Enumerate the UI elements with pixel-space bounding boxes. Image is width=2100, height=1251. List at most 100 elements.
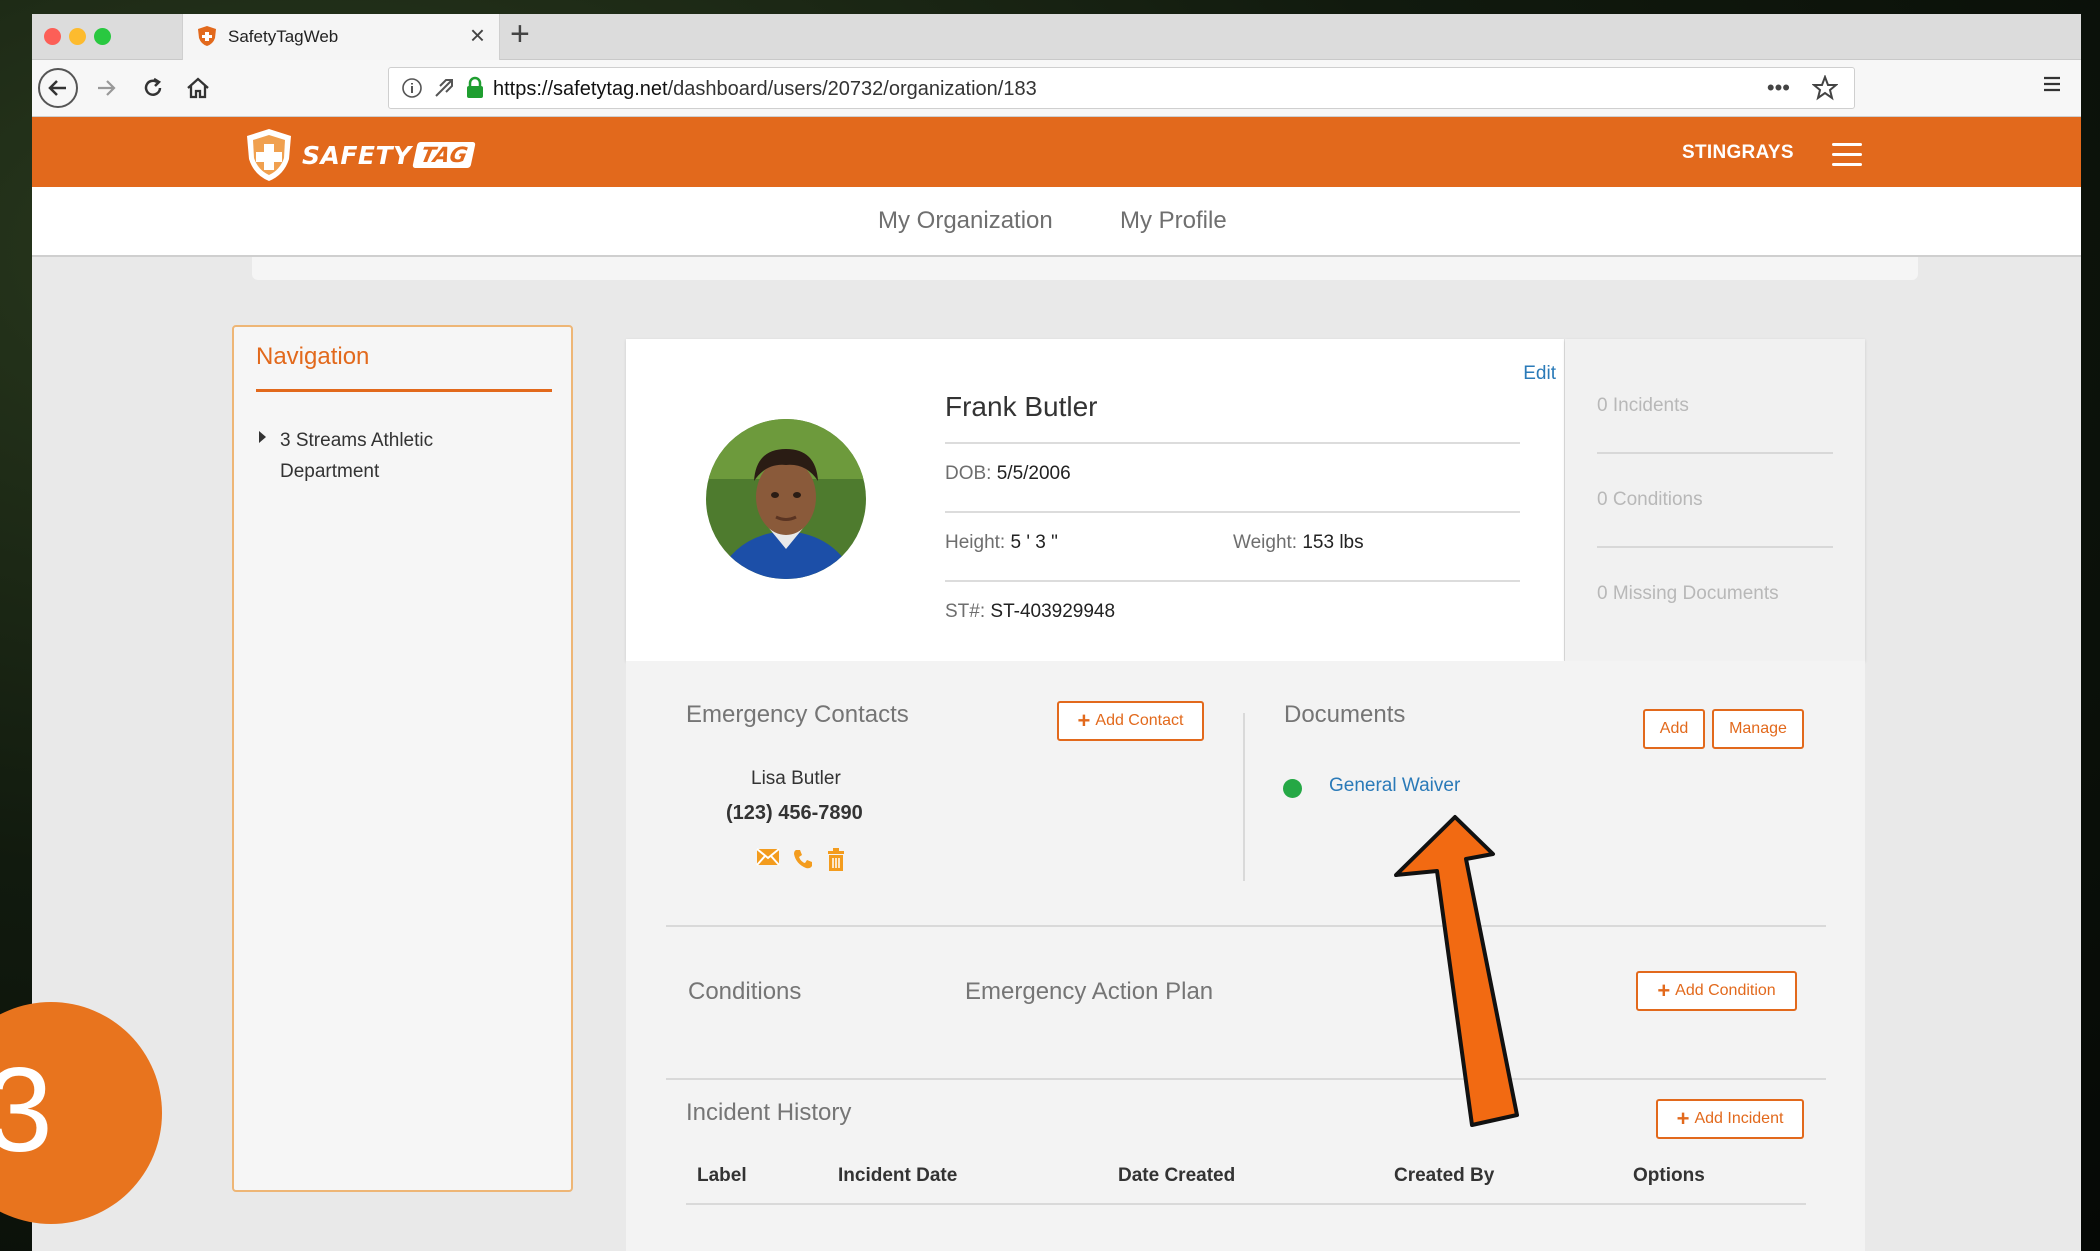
add-condition-button[interactable]: + Add Condition	[1636, 971, 1797, 1011]
divider	[945, 442, 1520, 444]
height-label: Height:	[945, 532, 1006, 553]
bookmark-star-icon[interactable]	[1812, 75, 1838, 101]
table-header-divider	[686, 1203, 1806, 1205]
divider	[945, 580, 1520, 582]
info-icon[interactable]	[401, 77, 423, 99]
divider	[666, 1078, 1826, 1080]
height-value: 5 ' 3 "	[1010, 532, 1058, 553]
back-arrow-icon	[48, 80, 66, 96]
new-tab-icon[interactable]: +	[510, 17, 530, 51]
tracking-protection-icon[interactable]	[433, 77, 455, 99]
add-document-button[interactable]: Add	[1643, 709, 1705, 749]
my-organization-link[interactable]: My Organization	[878, 207, 1053, 235]
column-header-options[interactable]: Options	[1633, 1165, 1705, 1187]
browser-toolbar: https://safetytag.net/dashboard/users/20…	[32, 60, 2081, 117]
edit-profile-link[interactable]: Edit	[1523, 363, 1556, 385]
contact-actions	[756, 848, 846, 872]
conditions-count: 0 Conditions	[1597, 489, 1703, 510]
close-window-icon[interactable]	[44, 28, 61, 45]
url-path: /dashboard/users/20732/organization/183	[667, 78, 1037, 100]
forward-arrow-icon	[98, 80, 116, 96]
column-header-label[interactable]: Label	[697, 1165, 747, 1187]
st-number-label: ST#:	[945, 601, 986, 622]
page-actions-icon[interactable]: •••	[1767, 75, 1790, 101]
maximize-window-icon[interactable]	[94, 28, 111, 45]
hamburger-menu-icon[interactable]	[1832, 143, 1862, 173]
emergency-contacts-title: Emergency Contacts	[686, 701, 909, 728]
browser-menu-icon[interactable]	[2041, 73, 2063, 95]
add-contact-button[interactable]: + Add Contact	[1057, 701, 1204, 741]
plus-icon: +	[1657, 978, 1671, 1003]
st-number-row: ST#: ST-403929948	[945, 601, 1115, 623]
annotation-arrow	[1394, 815, 1519, 1127]
incidents-count: 0 Incidents	[1597, 395, 1689, 416]
weight-label: Weight:	[1233, 532, 1298, 553]
lock-icon[interactable]	[465, 76, 485, 100]
vertical-divider	[1243, 713, 1245, 881]
sidebar-item-athletic-department[interactable]: 3 Streams Athletic Department	[259, 425, 470, 487]
browser-tab[interactable]: SafetyTagWeb ×	[182, 14, 500, 60]
envelope-icon[interactable]	[756, 848, 780, 866]
manage-documents-label: Manage	[1729, 720, 1787, 737]
header-strip	[252, 257, 1918, 280]
general-waiver-link[interactable]: General Waiver	[1329, 775, 1460, 797]
divider	[945, 511, 1520, 513]
url-text: https://safetytag.net/dashboard/users/20…	[493, 78, 1037, 101]
sidebar-item-label: 3 Streams Athletic Department	[280, 430, 434, 482]
home-icon	[187, 77, 209, 99]
url-host: https://safetytag.net	[493, 78, 668, 100]
add-condition-label: Add Condition	[1675, 982, 1776, 999]
sub-navigation: My Organization My Profile	[32, 187, 2081, 257]
phone-icon[interactable]	[792, 848, 814, 870]
forward-button[interactable]	[88, 70, 124, 106]
contact-name: Lisa Butler	[751, 768, 841, 789]
trash-icon[interactable]	[826, 848, 846, 872]
dob-value: 5/5/2006	[996, 463, 1071, 484]
conditions-title: Conditions	[688, 978, 802, 1005]
document-status-dot	[1283, 779, 1302, 798]
missing-documents-count: 0 Missing Documents	[1597, 583, 1779, 604]
add-contact-label: Add Contact	[1095, 712, 1184, 729]
reload-button[interactable]	[135, 70, 171, 106]
height-row: Height: 5 ' 3 "	[945, 532, 1058, 554]
safetytag-logo[interactable]: SAFETY TAG	[244, 127, 476, 183]
profile-photo	[706, 419, 866, 579]
sidebar-divider	[256, 389, 552, 392]
caret-right-icon[interactable]	[259, 431, 266, 443]
weight-row: Weight: 153 lbs	[1233, 532, 1364, 554]
plus-icon: +	[1077, 708, 1091, 733]
back-button[interactable]	[38, 68, 78, 108]
tab-title: SafetyTagWeb	[228, 27, 339, 46]
plus-icon: +	[1676, 1106, 1690, 1131]
divider	[1597, 452, 1833, 454]
home-button[interactable]	[180, 70, 216, 106]
minimize-window-icon[interactable]	[69, 28, 86, 45]
close-tab-icon[interactable]: ×	[470, 22, 485, 48]
divider	[1597, 546, 1833, 548]
address-bar[interactable]: https://safetytag.net/dashboard/users/20…	[388, 67, 1855, 109]
shield-logo-icon	[247, 129, 291, 181]
incident-history-title: Incident History	[686, 1099, 852, 1126]
emergency-action-plan-title[interactable]: Emergency Action Plan	[965, 978, 1213, 1006]
add-incident-button[interactable]: + Add Incident	[1656, 1099, 1804, 1139]
manage-documents-button[interactable]: Manage	[1712, 709, 1804, 749]
organization-name[interactable]: STINGRAYS	[1682, 142, 1794, 164]
browser-window: SafetyTagWeb × + https://safetytag.net/d…	[32, 14, 2081, 1251]
weight-value: 153 lbs	[1302, 532, 1364, 553]
column-header-date-created[interactable]: Date Created	[1118, 1165, 1235, 1187]
add-incident-label: Add Incident	[1694, 1110, 1784, 1127]
navigation-sidebar: Navigation 3 Streams Athletic Department	[232, 325, 573, 1192]
dob-label: DOB:	[945, 463, 992, 484]
step-number: 3	[0, 1043, 53, 1177]
my-profile-link[interactable]: My Profile	[1120, 207, 1227, 235]
add-document-label: Add	[1659, 720, 1689, 737]
stats-card: 0 Incidents 0 Conditions 0 Missing Docum…	[1565, 339, 1865, 661]
column-header-incident-date[interactable]: Incident Date	[838, 1165, 957, 1187]
dob-row: DOB: 5/5/2006	[945, 463, 1071, 485]
column-header-created-by[interactable]: Created By	[1394, 1165, 1494, 1187]
profile-card: Frank Butler Edit DOB: 5/5/2006 Height: …	[626, 339, 1564, 661]
divider	[666, 925, 1826, 927]
logo-tag: TAG	[411, 142, 476, 168]
st-number-value: ST-403929948	[990, 601, 1116, 622]
shield-favicon-icon	[198, 26, 216, 46]
